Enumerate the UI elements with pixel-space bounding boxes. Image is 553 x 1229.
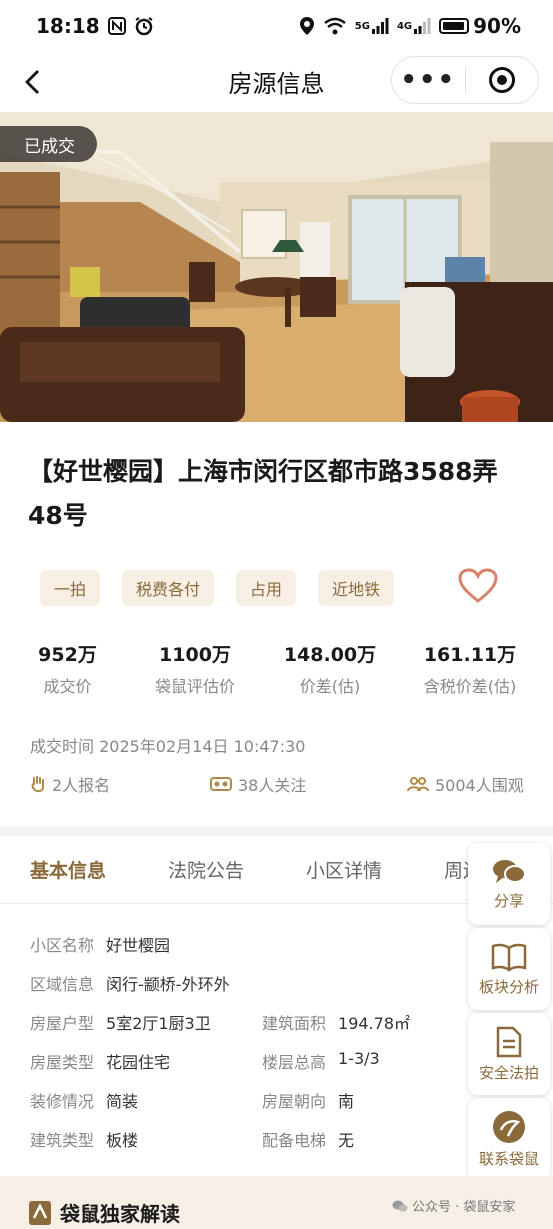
info-layout: 房屋户型 5室2厅1厨3卫 <box>30 1014 211 1033</box>
viewers-count: 5004人围观 <box>407 772 524 796</box>
document-icon <box>496 1026 522 1057</box>
wifi-icon <box>323 17 347 35</box>
wechat-icon <box>392 1200 408 1211</box>
tag-list: 一拍 税费各付 占用 近地铁 <box>40 570 395 606</box>
nav-bar: 房源信息 ••• <box>0 52 553 110</box>
stat-price-diff-tax: 161.11万 含税价差(估) <box>423 644 517 696</box>
kangaroo-logo-icon <box>493 1110 525 1143</box>
stat-price-diff: 148.00万 价差(估) <box>283 644 377 696</box>
vr-glasses-icon <box>210 777 232 791</box>
battery-icon <box>439 18 470 34</box>
followers-count: 38人关注 <box>210 772 306 796</box>
tag-near-metro: 近地铁 <box>318 570 395 606</box>
battery-level: 90% <box>473 14 521 38</box>
stat-appraisal: 1100万 袋鼠评估价 <box>154 644 235 696</box>
deal-time: 成交时间 2025年02月14日 10:47:30 <box>30 737 306 756</box>
chevron-left-icon <box>25 70 39 94</box>
share-button[interactable]: 分享 <box>468 843 550 925</box>
more-button[interactable]: ••• <box>392 57 465 103</box>
tab-court-notice[interactable]: 法院公告 <box>168 856 244 883</box>
hand-icon <box>31 776 44 793</box>
signal-4g-icon: 4G <box>397 17 431 35</box>
info-house-type: 房屋类型 花园住宅 <box>30 1053 171 1072</box>
miniprogram-capsule: ••• <box>391 56 539 104</box>
sector-analysis-button[interactable]: 板块分析 <box>468 928 550 1010</box>
info-community: 小区名称 好世樱园 <box>30 936 171 955</box>
page-title: 房源信息 <box>228 69 325 98</box>
house-photo[interactable]: 已成交 <box>0 112 553 422</box>
nfc-icon <box>107 17 126 35</box>
exclusive-analysis-heading: 袋鼠独家解读 <box>28 1198 180 1227</box>
status-time: 18:18 <box>36 14 100 38</box>
tag-auction-round: 一拍 <box>40 570 101 606</box>
tag-tax: 税费各付 <box>122 570 215 606</box>
chat-bubbles-icon <box>493 859 526 883</box>
info-decoration: 装修情况 简装 <box>30 1092 139 1111</box>
status-badge: 已成交 <box>0 126 97 162</box>
section-divider <box>0 826 553 836</box>
listing-title: 【好世樱园】上海市闵行区都市路3588弄48号 <box>28 457 498 530</box>
signal-5g-icon: 5G <box>355 17 389 35</box>
safe-auction-button[interactable]: 安全法拍 <box>468 1013 550 1095</box>
status-bar: 18:18 5G 4G 90% <box>0 0 553 52</box>
battery-indicator: 90% <box>439 14 521 38</box>
target-icon <box>488 67 515 93</box>
info-elevator: 配备电梯 无 <box>262 1131 355 1150</box>
signups-count: 2人报名 <box>30 772 110 796</box>
more-icon: ••• <box>400 65 457 95</box>
people-icon <box>407 777 429 792</box>
open-book-icon <box>491 943 527 972</box>
kangaroo-brand-icon <box>29 1200 51 1225</box>
tab-community[interactable]: 小区详情 <box>306 856 382 883</box>
contact-button[interactable]: 联系袋鼠 <box>468 1098 550 1180</box>
tab-basic-info[interactable]: 基本信息 <box>30 856 106 883</box>
info-building-type: 建筑类型 板楼 <box>30 1131 139 1150</box>
back-button[interactable] <box>14 62 50 102</box>
engagement-row: 2人报名 38人关注 5004人围观 <box>0 772 553 802</box>
heart-icon <box>458 568 498 603</box>
tag-occupied: 占用 <box>236 570 297 606</box>
watermark: 公众号 · 袋鼠安家 <box>392 1196 515 1215</box>
stat-deal-price: 952万 成交价 <box>38 644 97 696</box>
location-icon <box>299 16 315 36</box>
close-miniprogram-button[interactable] <box>466 57 539 103</box>
info-building-area: 建筑面积 194.78㎡ <box>262 1014 411 1033</box>
price-stats: 952万 成交价 1100万 袋鼠评估价 148.00万 价差(估) 161.1… <box>0 640 553 697</box>
favorite-button[interactable] <box>458 568 498 604</box>
info-area: 区域信息 闵行-颛桥-外环外 <box>30 975 230 994</box>
alarm-icon <box>134 16 154 36</box>
info-orientation: 房屋朝向 南 <box>262 1092 355 1111</box>
info-floor: 楼层总高 1-3/3 <box>262 1049 380 1072</box>
